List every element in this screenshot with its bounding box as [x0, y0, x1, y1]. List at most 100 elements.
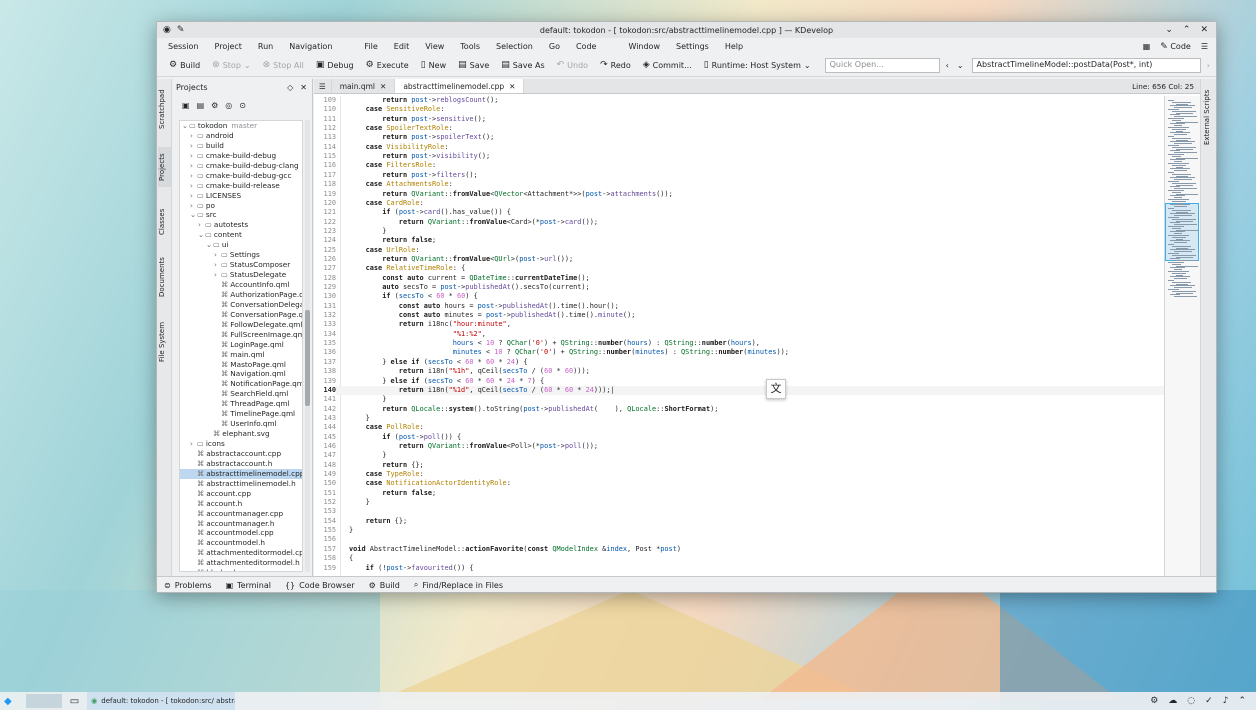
- redo-button[interactable]: ↷ Redo: [594, 57, 637, 75]
- code-line[interactable]: case AttachmentsRole:: [349, 180, 453, 188]
- chevron-down-icon[interactable]: ⌄: [198, 230, 205, 240]
- chevron-right-icon[interactable]: ›: [190, 439, 197, 449]
- scrollbar-thumb[interactable]: [305, 310, 310, 406]
- tree-item[interactable]: ⌘AuthorizationPage.qml: [180, 290, 302, 300]
- code-line[interactable]: case PollRole:: [349, 423, 424, 431]
- code-line[interactable]: return QLocale::system().toString(post->…: [349, 405, 718, 413]
- tree-item[interactable]: › ▭ StatusDelegate: [180, 270, 302, 280]
- tree-item[interactable]: ⌘blurhash.cpp: [180, 568, 302, 571]
- code-view[interactable]: 109 return post->reblogsCount(); 110 case…: [314, 96, 1164, 576]
- code-line[interactable]: return post->filters();: [349, 171, 477, 179]
- code-line[interactable]: case NotificationActorIdentityRole:: [349, 479, 511, 487]
- menu-code[interactable]: Code: [569, 42, 603, 51]
- translate-icon[interactable]: 文: [766, 379, 786, 399]
- tree-item[interactable]: ⌘ MastoPage.qml: [180, 360, 302, 370]
- volume-icon[interactable]: ♪: [1223, 696, 1229, 706]
- chevron-right-icon[interactable]: ›: [190, 201, 197, 211]
- chevron-right-icon[interactable]: ›: [190, 141, 197, 151]
- menu-view[interactable]: View: [418, 42, 451, 51]
- code-line[interactable]: if (post->card().has_value()) {: [349, 208, 511, 216]
- settings-icon[interactable]: ⚙: [211, 101, 218, 110]
- tree-item[interactable]: ⌄▭ tokodon master: [180, 121, 302, 131]
- code-line[interactable]: case SpoilerTextRole:: [349, 124, 453, 132]
- tab-find-replace[interactable]: ⌕ Find/Replace in Files: [414, 580, 503, 590]
- tab-main-qml[interactable]: main.qml ✕: [332, 79, 396, 93]
- code-line[interactable]: const auto minutes = post->publishedAt()…: [349, 311, 636, 319]
- close-tab-icon[interactable]: ✕: [380, 82, 386, 91]
- tree-item[interactable]: › ▭ StatusComposer: [180, 260, 302, 270]
- code-line[interactable]: hours < 10 ? QChar('0') + QString::numbe…: [349, 339, 760, 347]
- code-line[interactable]: case VisibilityRole:: [349, 143, 449, 151]
- chevron-right-icon[interactable]: ›: [190, 191, 197, 201]
- tab-scratchpad[interactable]: Scratchpad: [158, 87, 171, 131]
- code-line[interactable]: return false;: [349, 489, 436, 497]
- tab-file-system[interactable]: File System: [158, 317, 171, 367]
- execute-button[interactable]: ⚙ Execute: [360, 57, 415, 75]
- code-line[interactable]: minutes < 10 ? QChar('0') + QString::num…: [349, 348, 789, 356]
- code-line[interactable]: }: [349, 451, 386, 459]
- menu-selection[interactable]: Selection: [489, 42, 540, 51]
- tab-documents[interactable]: Documents: [158, 253, 171, 301]
- forward-icon[interactable]: ›: [1201, 57, 1216, 75]
- back-icon[interactable]: ‹: [940, 57, 955, 75]
- menu-window[interactable]: Window: [621, 42, 667, 51]
- code-line[interactable]: return QVariant::fromValue<QUrl>(post->u…: [349, 255, 573, 263]
- tree-item[interactable]: ⌘ main.qml: [180, 350, 302, 360]
- tree-item[interactable]: › ▭ autotests: [180, 220, 302, 230]
- collapse-icon[interactable]: ▤: [197, 101, 205, 110]
- tree-item[interactable]: › ▭ android: [180, 131, 302, 141]
- expand-tray-icon[interactable]: ⌃: [1238, 696, 1246, 706]
- chevron-up-icon[interactable]: ⌃: [1183, 25, 1191, 35]
- tree-item[interactable]: ⌘ConversationDelegate....: [180, 300, 302, 310]
- tree-item[interactable]: ⌘ account.h: [180, 499, 302, 509]
- code-line[interactable]: return post->visibility();: [349, 152, 490, 160]
- quick-open-input[interactable]: Quick Open...: [824, 58, 940, 73]
- minimap[interactable]: [1164, 96, 1200, 576]
- code-line[interactable]: return post->sensitive();: [349, 115, 486, 123]
- chevron-right-icon[interactable]: ›: [214, 270, 221, 280]
- menu-tools[interactable]: Tools: [453, 42, 487, 51]
- tree-item[interactable]: › ▭ build: [180, 141, 302, 151]
- tree-item[interactable]: › ▭ cmake-build-release: [180, 181, 302, 191]
- tree-item[interactable]: ⌘ AccountInfo.qml: [180, 280, 302, 290]
- tree-item[interactable]: ⌄▭ content: [180, 230, 302, 240]
- code-line[interactable]: } else if (secsTo < 60 * 60 * 24) {: [349, 358, 527, 366]
- tree-item[interactable]: ⌘ attachmenteditormodel.cpp: [180, 548, 302, 558]
- chevron-down-icon[interactable]: ⌄: [206, 240, 213, 250]
- stop-button[interactable]: ⊗ Stop ⌄: [206, 57, 256, 75]
- tree-item[interactable]: ⌘ accountmodel.cpp: [180, 528, 302, 538]
- tree-item[interactable]: ⌘ FullScreenImage.qml: [180, 330, 302, 340]
- code-line[interactable]: }: [349, 498, 370, 506]
- tab-build[interactable]: ⚙ Build: [369, 581, 400, 590]
- code-line[interactable]: return {};: [349, 461, 424, 469]
- code-line[interactable]: const auto hours = post->publishedAt().t…: [349, 302, 619, 310]
- tree-item[interactable]: ⌘ Navigation.qml: [180, 369, 302, 379]
- tree-item[interactable]: › ▭ po: [180, 201, 302, 211]
- debug-button[interactable]: ▣ Debug: [310, 57, 360, 75]
- code-line[interactable]: case FiltersRole:: [349, 161, 437, 169]
- context-browser-field[interactable]: AbstractTimelineModel::postData(Post*, i…: [971, 58, 1201, 73]
- tree-item[interactable]: › ▭ cmake-build-debug-clang: [180, 161, 302, 171]
- tree-item[interactable]: › ▭ icons: [180, 439, 302, 449]
- tab-projects[interactable]: Projects: [158, 147, 171, 187]
- stop-all-button[interactable]: ⊗ Stop All: [257, 57, 310, 75]
- open-project-icon[interactable]: ▣: [182, 101, 190, 110]
- float-icon[interactable]: ◇: [287, 83, 293, 92]
- chevron-right-icon[interactable]: ›: [190, 151, 197, 161]
- tab-abstracttimelinemodel-cpp[interactable]: abstracttimelinemodel.cpp ✕: [395, 79, 525, 93]
- close-panel-icon[interactable]: ✕: [300, 83, 307, 92]
- code-line[interactable]: return {};: [349, 517, 408, 525]
- code-line[interactable]: "%1:%2",: [349, 330, 486, 338]
- menu-edit[interactable]: Edit: [387, 42, 417, 51]
- chevron-down-icon[interactable]: ⌄: [1165, 25, 1173, 35]
- close-icon[interactable]: ✕: [1200, 25, 1208, 35]
- code-line[interactable]: }: [349, 395, 386, 403]
- tree-item[interactable]: ⌘ LoginPage.qml: [180, 340, 302, 350]
- code-line[interactable]: case RelativeTimeRole: {: [349, 264, 466, 272]
- tab-external-scripts[interactable]: External Scripts: [1203, 87, 1216, 147]
- tree-item[interactable]: ⌘ abstractaccount.cpp: [180, 449, 302, 459]
- code-line[interactable]: return i18n("%1h", qCeil(secsTo / (60 * …: [349, 367, 590, 375]
- code-line[interactable]: return false;: [349, 236, 436, 244]
- tree-item[interactable]: ⌄▭ src: [180, 210, 302, 220]
- code-line[interactable]: void AbstractTimelineModel::actionFavori…: [349, 545, 681, 553]
